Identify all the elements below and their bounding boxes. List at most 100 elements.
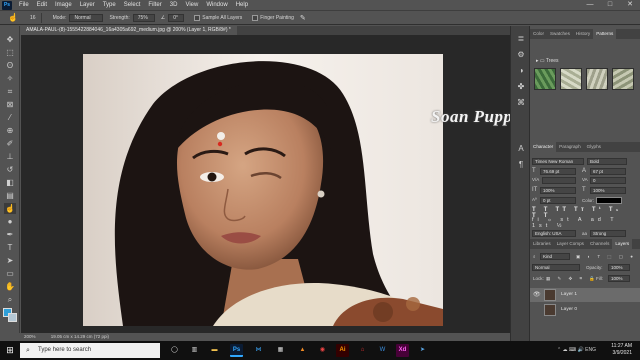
tab-paragraph[interactable]: Paragraph [556, 142, 583, 152]
move-tool-icon[interactable]: ✥ [4, 34, 16, 45]
menu-filter[interactable]: Filter [144, 2, 165, 8]
pattern-swatch[interactable] [560, 68, 582, 90]
crop-tool-icon[interactable]: ⌗ [4, 86, 16, 97]
zoom-level[interactable]: 200% [24, 334, 36, 339]
tab-libraries[interactable]: Libraries [530, 239, 554, 249]
menu-layer[interactable]: Layer [76, 2, 99, 8]
pattern-swatch[interactable] [534, 68, 556, 90]
smudge-tool-icon[interactable]: ☝ [6, 13, 20, 23]
vscode-taskbar-icon[interactable]: ⋈ [252, 344, 265, 357]
marquee-tool-icon[interactable]: ⬚ [4, 47, 16, 58]
tab-character[interactable]: Character [530, 142, 557, 152]
quick-select-tool-icon[interactable]: ✧ [4, 73, 16, 84]
tab-color[interactable]: Color [530, 29, 547, 39]
word-icon[interactable]: W [376, 344, 389, 357]
taskbar-search-input[interactable]: ⌕ Type here to search [20, 343, 160, 358]
tab-history[interactable]: History [573, 29, 593, 39]
illustrator-taskbar-icon[interactable]: Ai [336, 344, 349, 357]
smudge-tool-icon[interactable]: ☝ [4, 203, 16, 214]
tab-patterns[interactable]: Patterns [593, 29, 617, 39]
opacity-field[interactable]: 100% [608, 264, 630, 271]
tab-glyphs[interactable]: Glyphs [584, 142, 604, 152]
layer-filter-kind-select[interactable]: Kind [540, 253, 570, 260]
task-switch-icon[interactable]: ▥ [188, 344, 201, 357]
mode-select[interactable]: Normal [69, 13, 104, 22]
tab-swatches[interactable]: Swatches [547, 29, 573, 39]
eraser-tool-icon[interactable]: ◧ [4, 177, 16, 188]
menu-window[interactable]: Window [202, 2, 231, 8]
paragraph-icon[interactable]: ¶ [516, 160, 526, 170]
brush-size-value[interactable]: 16 [30, 15, 36, 21]
gradient-tool-icon[interactable]: ▤ [4, 190, 16, 201]
opentype-buttons[interactable]: fi ℴ st A ad T 1st ½ [532, 217, 632, 229]
pattern-swatch[interactable] [586, 68, 608, 90]
menu-help[interactable]: Help [232, 2, 252, 8]
language-select[interactable]: English: USA [532, 230, 576, 237]
clone-stamp-tool-icon[interactable]: ⊥ [4, 151, 16, 162]
adjustments-icon[interactable]: ⚙ [516, 50, 526, 60]
type-tool-icon[interactable]: T [4, 242, 16, 253]
text-color-swatch[interactable] [596, 197, 622, 204]
healing-brush-tool-icon[interactable]: ⊕ [4, 125, 16, 136]
font-style-select[interactable]: Bold [587, 158, 627, 165]
windows-start-icon[interactable]: ⊞ [0, 341, 20, 360]
history-brush-tool-icon[interactable]: ↺ [4, 164, 16, 175]
sample-all-layers-checkbox[interactable] [194, 14, 201, 21]
maximize-button[interactable]: □ [600, 0, 620, 10]
close-button[interactable]: ✕ [620, 0, 640, 10]
acrobat-icon[interactable]: ⌂ [356, 344, 369, 357]
rectangle-tool-icon[interactable]: ▭ [4, 268, 16, 279]
frame-tool-icon[interactable]: ⊠ [4, 99, 16, 110]
layer-row-selected[interactable]: 👁 Layer 1 [530, 288, 640, 302]
pattern-swatch[interactable] [612, 68, 634, 90]
baseline-field[interactable]: 0 pt [540, 197, 576, 204]
eyedropper-tool-icon[interactable]: ⁄ [4, 112, 16, 123]
path-select-tool-icon[interactable]: ➤ [4, 255, 16, 266]
app-icon[interactable]: ▦ [274, 344, 287, 357]
antialias-select[interactable]: Strong [590, 230, 626, 237]
brush-tool-icon[interactable]: ✐ [4, 138, 16, 149]
brushes-icon[interactable]: ✤ [516, 82, 526, 92]
canvas-area[interactable]: Soan Puppet [21, 35, 525, 333]
tab-channels[interactable]: Channels [587, 239, 612, 249]
tracking-field[interactable]: 0 [590, 177, 626, 184]
lasso-tool-icon[interactable]: ʘ [4, 60, 16, 71]
libraries-icon[interactable]: ◑ [516, 66, 526, 76]
text-format-buttons[interactable]: T T TT Tт T¹ T₁ T T [532, 207, 632, 219]
menu-view[interactable]: View [181, 2, 202, 8]
horizontal-scale-field[interactable]: 100% [590, 187, 626, 194]
visibility-eye-icon[interactable]: 👁 [533, 291, 541, 298]
font-family-select[interactable]: Times New Roman [532, 158, 584, 165]
menu-type[interactable]: Type [99, 2, 120, 8]
menu-file[interactable]: File [15, 2, 33, 8]
document-tab[interactable]: AMALA-PAUL-(8)-1555422884046_16a4305a692… [20, 26, 237, 35]
menu-image[interactable]: Image [51, 2, 76, 8]
blend-mode-select[interactable]: Normal [532, 264, 580, 271]
finger-painting-checkbox[interactable] [252, 14, 259, 21]
properties-icon[interactable]: ≣ [516, 34, 526, 44]
zoom-tool-icon[interactable]: ⌕ [4, 294, 16, 305]
telegram-icon[interactable]: ➤ [416, 344, 429, 357]
pattern-folder[interactable]: ▸ ▭ Trees [536, 58, 559, 64]
font-size-field[interactable]: 76.69 pt [540, 168, 576, 175]
pressure-brush-icon[interactable]: ✎ [300, 14, 306, 22]
task-view-icon[interactable]: ◯ [168, 344, 181, 357]
kerning-field[interactable] [542, 177, 576, 184]
chrome-icon[interactable]: ◉ [316, 344, 329, 357]
strength-field[interactable]: 75% [132, 13, 155, 22]
layer-row[interactable]: Layer 0 [530, 303, 640, 317]
leading-field[interactable]: 67 pt [590, 168, 626, 175]
paths-icon[interactable]: ⌘ [516, 98, 526, 108]
system-tray[interactable]: ⌃ ☁ ⌨ 🔊 ENG [557, 347, 596, 353]
layer-filter-icons[interactable]: ▣ ◐ T ⬚ ▢ ● [576, 254, 636, 260]
pen-tool-icon[interactable]: ✒ [4, 229, 16, 240]
hand-tool-icon[interactable]: ✋ [4, 281, 16, 292]
xd-taskbar-icon[interactable]: Xd [396, 344, 409, 357]
fill-field[interactable]: 100% [608, 275, 630, 282]
lock-icons[interactable]: ▦ ✎ ✥ ⌗ 🔒 [546, 276, 598, 282]
angle-field[interactable]: 0° [168, 13, 185, 22]
portrait-photo[interactable] [83, 54, 443, 326]
clock[interactable]: 11:27 AM 3/9/2021 [611, 343, 632, 357]
file-explorer-icon[interactable]: ▬ [208, 344, 221, 357]
character-icon[interactable]: A [516, 144, 526, 154]
